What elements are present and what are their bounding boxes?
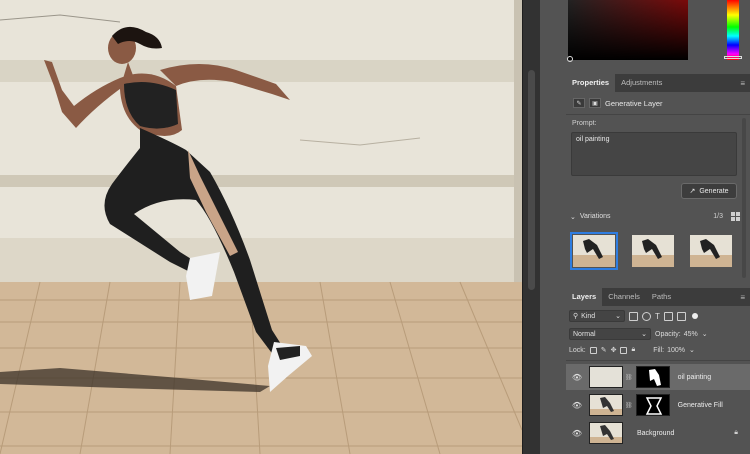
panel-menu-icon[interactable]: ≡	[740, 293, 745, 302]
divider	[566, 114, 750, 115]
tab-layers[interactable]: Layers	[566, 288, 603, 306]
lock-transparent-icon[interactable]	[589, 346, 597, 354]
opacity-value[interactable]: 45%	[684, 331, 698, 338]
variation-thumbnail[interactable]	[570, 232, 618, 270]
layer-thumbnail	[589, 422, 623, 444]
eye-icon[interactable]: 👁︎	[571, 401, 583, 410]
canvas-scrollbar[interactable]	[522, 0, 540, 454]
blend-mode-select[interactable]: Normal ⌄	[569, 328, 651, 340]
chevron-down-icon[interactable]: ⌄	[570, 213, 576, 221]
layer-name[interactable]: oil painting	[678, 374, 711, 381]
canvas-scroll-thumb[interactable]	[528, 70, 535, 290]
fill-value[interactable]: 100%	[667, 347, 685, 354]
lock-label: Lock:	[569, 346, 586, 354]
layers-panel: ⚲ Kind ⌄ T Normal ⌄ Opacity: 45% ⌄ Lock:…	[566, 306, 750, 454]
opacity-label: Opacity:	[655, 330, 681, 338]
layer-filter-row: ⚲ Kind ⌄ T	[569, 310, 747, 322]
prompt-label: Prompt:	[572, 120, 597, 127]
layer-row[interactable]: 👁︎ ⛓︎ Generative Fill	[566, 392, 750, 418]
lock-image-icon[interactable]: ✎	[601, 346, 607, 354]
lock-fill-row: Lock: ✎ ✥ 🔒︎ Fill: 100% ⌄	[569, 346, 747, 354]
filter-toggle-icon[interactable]	[691, 313, 698, 319]
eye-icon[interactable]: 👁︎	[571, 429, 583, 438]
filter-kind-value: Kind	[581, 312, 596, 320]
variations-header: ⌄ Variations 1/3	[570, 212, 740, 221]
lock-artboard-icon[interactable]	[620, 346, 628, 354]
variations-thumbnails	[570, 232, 741, 271]
layer-thumbnail	[589, 394, 623, 416]
layers-tabbar: Layers Channels Paths ≡	[566, 288, 750, 306]
variations-count: 1/3	[713, 213, 723, 220]
fill-label: Fill:	[653, 346, 665, 354]
right-panels: Properties Adjustments ≡ ✎ ▣ Generative …	[540, 0, 750, 454]
lock-all-icon[interactable]: 🔒︎	[631, 346, 635, 354]
variations-label: Variations	[579, 213, 611, 220]
tab-properties[interactable]: Properties	[566, 74, 616, 92]
adjustment-filter-icon[interactable]	[642, 311, 651, 321]
divider	[566, 360, 750, 361]
layer-thumbnail	[589, 366, 623, 388]
properties-panel: ✎ ▣ Generative Layer Prompt: oil paintin…	[566, 92, 750, 288]
panel-menu-icon[interactable]: ≡	[740, 79, 745, 88]
grid-view-icon[interactable]	[731, 212, 740, 221]
generate-button-label: Generate	[699, 187, 729, 195]
layer-type-row: ✎ ▣ Generative Layer	[573, 98, 663, 108]
generate-button[interactable]: ↗ Generate	[681, 183, 737, 199]
runner-photo	[0, 0, 522, 454]
layer-mask-thumbnail[interactable]	[635, 366, 670, 388]
link-icon[interactable]: ⛓︎	[625, 374, 633, 381]
hue-slider[interactable]	[727, 0, 739, 60]
eyedropper-icon: ✎	[573, 98, 585, 108]
lock-icon[interactable]: 🔒︎	[734, 429, 738, 437]
tab-paths[interactable]: Paths	[646, 288, 677, 306]
properties-tabbar: Properties Adjustments ≡	[566, 74, 750, 92]
generative-layer-icon: ▣	[589, 98, 601, 108]
layer-mask-thumbnail[interactable]	[635, 394, 670, 416]
eye-icon[interactable]: 👁︎	[571, 373, 583, 382]
layer-row[interactable]: 👁︎ ⛓︎ oil painting	[566, 364, 750, 390]
color-saturation-field[interactable]	[568, 0, 688, 60]
tab-channels[interactable]: Channels	[602, 288, 646, 306]
tab-adjustments[interactable]: Adjustments	[615, 74, 668, 92]
lock-position-icon[interactable]: ✥	[611, 346, 617, 354]
type-filter-icon[interactable]: T	[655, 312, 660, 321]
smart-object-filter-icon[interactable]	[676, 311, 686, 321]
shape-filter-icon[interactable]	[663, 311, 673, 321]
layer-type-label: Generative Layer	[605, 98, 663, 108]
filter-kind-select[interactable]: ⚲ Kind ⌄	[569, 310, 625, 322]
layer-name[interactable]: Background	[637, 430, 674, 437]
link-icon[interactable]: ⛓︎	[625, 402, 633, 409]
image-filter-icon[interactable]	[629, 311, 638, 321]
layer-row[interactable]: 👁︎ Background 🔒︎	[566, 420, 750, 446]
hue-slider-handle[interactable]	[724, 56, 742, 59]
chevron-down-icon: ⌄	[615, 313, 621, 320]
chevron-down-icon[interactable]: ⌄	[689, 346, 695, 354]
variation-thumbnail[interactable]	[632, 235, 674, 267]
layer-name[interactable]: Generative Fill	[678, 402, 723, 409]
chevron-down-icon[interactable]: ⌄	[702, 330, 708, 338]
chevron-down-icon: ⌄	[641, 331, 647, 338]
search-icon: ⚲	[573, 313, 579, 320]
variation-thumbnail[interactable]	[690, 235, 732, 267]
blend-opacity-row: Normal ⌄ Opacity: 45% ⌄	[569, 328, 747, 340]
prompt-input[interactable]: oil painting	[571, 132, 737, 176]
color-picker-handle[interactable]	[567, 56, 573, 62]
generate-icon: ↗	[689, 188, 696, 195]
blend-mode-value: Normal	[573, 330, 596, 338]
properties-scrollbar[interactable]	[742, 118, 746, 278]
document-canvas[interactable]	[0, 0, 522, 454]
